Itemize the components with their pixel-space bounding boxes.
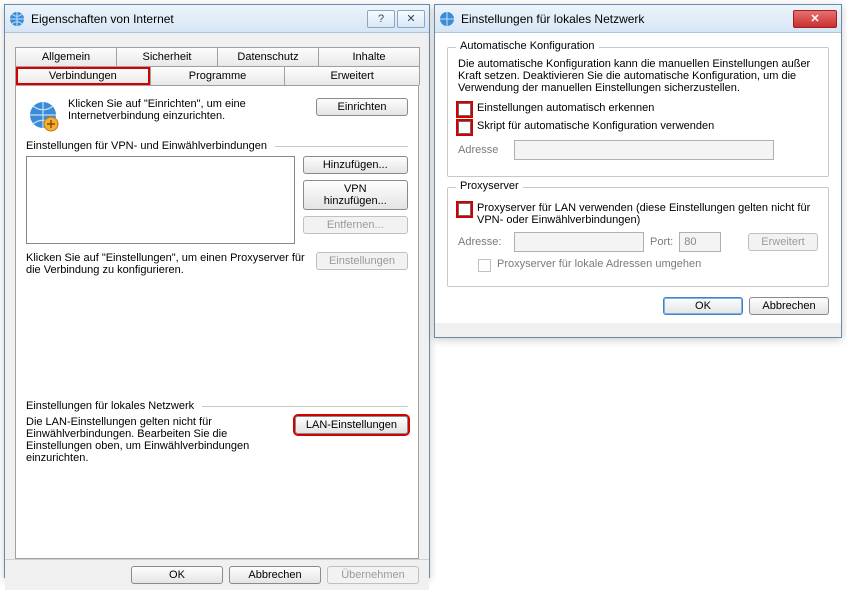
globe-icon: [439, 11, 455, 27]
add-button[interactable]: Hinzufügen...: [303, 156, 408, 174]
remove-button: Entfernen...: [303, 216, 408, 234]
internet-options-dialog: Eigenschaften von Internet ? ✕ Allgemein…: [4, 4, 430, 578]
close-button[interactable]: ✕: [397, 10, 425, 28]
group-title: Automatische Konfiguration: [456, 40, 599, 52]
proxy-advanced-button: Erweitert: [748, 233, 818, 251]
tab-inhalte[interactable]: Inhalte: [318, 47, 420, 66]
use-proxy-checkbox[interactable]: [458, 203, 471, 216]
ok-button[interactable]: OK: [131, 566, 223, 584]
lan-settings-button[interactable]: LAN-Einstellungen: [295, 416, 408, 434]
auto-script-checkbox[interactable]: [458, 121, 471, 134]
lan-section-label: Einstellungen für lokales Netzwerk: [26, 400, 408, 412]
proxy-address-input: [514, 232, 644, 252]
setup-button[interactable]: Einrichten: [316, 98, 408, 116]
globe-icon: [9, 11, 25, 27]
apply-button: Übernehmen: [327, 566, 419, 584]
dialog-footer: OK Abbrechen: [447, 297, 829, 315]
dialog-footer: OK Abbrechen Übernehmen: [5, 559, 429, 590]
globe-icon: [26, 98, 60, 132]
proxy-port-label: Port:: [650, 236, 673, 248]
help-button[interactable]: ?: [367, 10, 395, 28]
titlebar: Einstellungen für lokales Netzwerk ✕: [435, 5, 841, 33]
add-vpn-button[interactable]: VPN hinzufügen...: [303, 180, 408, 210]
auto-address-label: Adresse: [458, 144, 508, 156]
vpn-connections-listbox[interactable]: [26, 156, 295, 244]
proxy-group: Proxyserver Proxyserver für LAN verwende…: [447, 187, 829, 287]
dialog-title: Eigenschaften von Internet: [31, 12, 367, 26]
proxy-port-input: [679, 232, 721, 252]
auto-config-group: Automatische Konfiguration Die automatis…: [447, 47, 829, 177]
group-title: Proxyserver: [456, 180, 523, 192]
bypass-local-checkbox: [478, 259, 491, 272]
dialog-title: Einstellungen für lokales Netzwerk: [461, 12, 793, 26]
vpn-section-label: Einstellungen für VPN- und Einwählverbin…: [26, 140, 408, 152]
lan-settings-dialog: Einstellungen für lokales Netzwerk ✕ Aut…: [434, 4, 842, 338]
vpn-hint: Klicken Sie auf "Einstellungen", um eine…: [26, 252, 308, 276]
cancel-button[interactable]: Abbrechen: [749, 297, 829, 315]
tab-strip: Allgemein Sicherheit Datenschutz Inhalte…: [15, 47, 419, 85]
tab-sicherheit[interactable]: Sicherheit: [116, 47, 218, 66]
tab-panel-verbindungen: Klicken Sie auf "Einrichten", um eine In…: [15, 85, 419, 559]
tab-verbindungen[interactable]: Verbindungen: [15, 66, 151, 85]
tab-allgemein[interactable]: Allgemein: [15, 47, 117, 66]
lan-hint: Die LAN-Einstellungen gelten nicht für E…: [26, 416, 287, 464]
auto-address-input: [514, 140, 774, 160]
connection-settings-button: Einstellungen: [316, 252, 408, 270]
auto-detect-label: Einstellungen automatisch erkennen: [477, 102, 654, 114]
ok-button[interactable]: OK: [663, 297, 743, 315]
tab-datenschutz[interactable]: Datenschutz: [217, 47, 319, 66]
titlebar: Eigenschaften von Internet ? ✕: [5, 5, 429, 33]
use-proxy-label: Proxyserver für LAN verwenden (diese Ein…: [477, 202, 818, 226]
proxy-address-label: Adresse:: [458, 236, 508, 248]
cancel-button[interactable]: Abbrechen: [229, 566, 321, 584]
auto-script-label: Skript für automatische Konfiguration ve…: [477, 120, 714, 132]
close-button[interactable]: ✕: [793, 10, 837, 28]
tab-erweitert[interactable]: Erweitert: [284, 66, 420, 85]
bypass-local-label: Proxyserver für lokale Adressen umgehen: [497, 258, 701, 270]
auto-config-desc: Die automatische Konfiguration kann die …: [458, 58, 818, 94]
tab-programme[interactable]: Programme: [150, 66, 286, 85]
auto-detect-checkbox[interactable]: [458, 103, 471, 116]
setup-text: Klicken Sie auf "Einrichten", um eine In…: [68, 98, 308, 122]
